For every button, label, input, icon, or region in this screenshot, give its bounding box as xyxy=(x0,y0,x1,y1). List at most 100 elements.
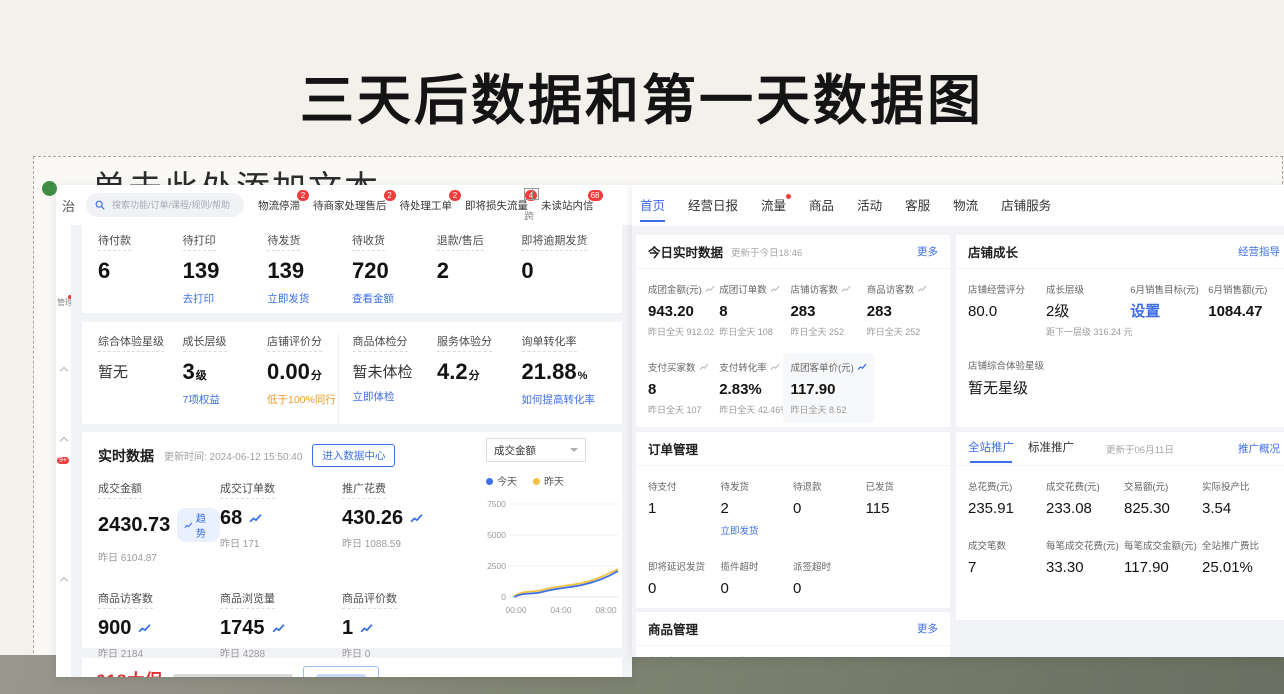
left-dashboard-screenshot: 治 物流停滞2 待商家处理售后2 待处理工单2 即将损失流量4 未读站内信68 … xyxy=(56,185,632,677)
svg-text:08:00: 08:00 xyxy=(595,605,617,615)
stat-product-check: 商品体检分 暂未体检 立即体检 xyxy=(338,333,438,424)
stat-on-sale: 在售中 xyxy=(648,654,721,657)
trend-icon xyxy=(841,285,851,293)
tab-home[interactable]: 首页 xyxy=(640,185,665,227)
trend-icon[interactable] xyxy=(272,623,285,634)
realtime-title: 实时数据 xyxy=(98,446,154,466)
search-bar[interactable] xyxy=(86,193,244,217)
stat-service-score: 服务体验分 4.2分 xyxy=(437,333,522,424)
stat-shop-visitors: 店铺访客数 283 昨日全天 252 xyxy=(790,282,866,338)
improve-conversion-link[interactable]: 如何提高转化率 xyxy=(522,392,596,407)
nav-pending-tickets[interactable]: 待处理工单2 xyxy=(400,198,453,213)
realtime-chart-block: 成交金额 今天 昨天 7500 5000 2500 0 xyxy=(486,438,620,625)
stat-pending-payment: 待付款 6 xyxy=(98,232,183,313)
metric-select[interactable]: 成交金额 xyxy=(486,438,586,462)
stat-inquiry-conversion: 询单转化率 21.88% 如何提高转化率 xyxy=(522,333,607,424)
today-dot-icon xyxy=(486,478,493,485)
search-icon xyxy=(95,200,105,210)
banner-join-button[interactable] xyxy=(303,666,379,677)
stat-sold-count: 已售数 xyxy=(721,654,794,657)
chart-legend: 今天 昨天 xyxy=(486,473,620,488)
go-print-link[interactable]: 去打印 xyxy=(183,291,215,306)
set-target-link[interactable]: 设置 xyxy=(1130,304,1160,319)
metric-product-views: 商品浏览量 1745 昨日 4288 xyxy=(220,590,342,660)
left-dashboard-content: 待付款 6 待打印 139 去打印 待发货 139 立即发货 待收货 720 查… xyxy=(71,225,632,677)
stat-to-ship: 待发货 2 立即发货 xyxy=(721,479,794,537)
tab-products[interactable]: 商品 xyxy=(809,185,834,227)
stat-cost-per-deal: 每笔成交花费(元) 33.30 xyxy=(1046,538,1124,575)
below-peers-link[interactable]: 低于100%同行 xyxy=(267,392,336,407)
promo-overview-link[interactable]: 推广概况 xyxy=(1238,441,1280,456)
data-center-button[interactable]: 进入数据中心 xyxy=(312,444,395,467)
chevron-up-icon[interactable] xyxy=(61,437,67,446)
benefits-link[interactable]: 7项权益 xyxy=(183,392,220,407)
legend-today[interactable]: 今天 xyxy=(486,473,517,488)
realtime-data-card: 实时数据 更新时间: 2024-06-12 15:50:40 进入数据中心 成交… xyxy=(82,432,622,648)
tab-customer-service[interactable]: 客服 xyxy=(905,185,930,227)
realtime-line-chart: 7500 5000 2500 0 00:00 04:00 08:00 xyxy=(486,492,620,620)
more-link[interactable]: 更多 xyxy=(917,244,938,259)
svg-text:2500: 2500 xyxy=(487,561,506,571)
trend-icon[interactable] xyxy=(360,623,373,634)
tab-traffic[interactable]: 流量 xyxy=(761,185,786,227)
nav-logistics-stalled[interactable]: 物流停滞2 xyxy=(258,198,300,213)
trend-icon[interactable] xyxy=(249,513,262,524)
nav-pending-aftersale[interactable]: 待商家处理售后2 xyxy=(313,198,387,213)
check-now-link[interactable]: 立即体检 xyxy=(353,389,395,404)
stat-refund-aftersale: 退款/售后 2 xyxy=(437,232,522,313)
right-dashboard-content: 今日实时数据 更新于今日18:46 更多 成团金额(元) 943.20 昨日全天… xyxy=(632,227,1284,657)
stat-group-orders: 成团订单数 8 昨日全天 108 xyxy=(719,282,790,338)
stat-roi: 实际投产比 3.54 xyxy=(1202,479,1280,516)
trend-icon xyxy=(770,285,780,293)
tab-sitewide-promo[interactable]: 全站推广 xyxy=(968,432,1014,465)
trend-icon[interactable] xyxy=(410,513,423,524)
stat-shop-score: 店铺经营评分 80.0 xyxy=(968,282,1046,338)
apps-grid-icon[interactable] xyxy=(524,188,539,200)
stat-transaction-amount: 交易额(元) 825.30 xyxy=(1124,479,1202,516)
chevron-up-icon[interactable] xyxy=(61,367,67,376)
trend-badge[interactable]: 趋势 xyxy=(177,508,220,542)
realtime-updated: 更新时间: 2024-06-12 15:50:40 xyxy=(164,448,302,463)
trend-icon xyxy=(857,363,867,371)
stat-delivery-timeout: 派签超时 0 xyxy=(793,559,866,596)
tab-shop-services[interactable]: 店铺服务 xyxy=(1001,185,1051,227)
slide-canvas: 三天后数据和第一天数据图 单击此处添加文本 治 物流停滞2 待商家处理售后2 待… xyxy=(0,0,1284,694)
tab-activities[interactable]: 活动 xyxy=(857,185,882,227)
trend-icon[interactable] xyxy=(138,623,151,634)
stat-to-receive: 待收货 720 查看金额 xyxy=(352,232,437,313)
badge: 2 xyxy=(384,190,396,201)
left-sidebar-strip: 管理 9+ xyxy=(56,225,71,677)
search-input[interactable] xyxy=(110,199,232,211)
logo-partial: 治 xyxy=(62,196,86,215)
stat-monthly-sales: 6月销售额(元) 1084.47 xyxy=(1208,282,1280,338)
view-amount-link[interactable]: 查看金额 xyxy=(352,291,394,306)
stat-pay-conversion: 支付转化率 2.83% 昨日全天 42.46% xyxy=(719,360,790,416)
stat-to-ship: 待发货 139 立即发货 xyxy=(267,232,352,313)
badge: 2 xyxy=(449,190,461,201)
more-link[interactable]: 更多 xyxy=(917,621,938,636)
nav-traffic-loss[interactable]: 即将损失流量4 xyxy=(465,198,528,213)
tab-logistics[interactable]: 物流 xyxy=(953,185,978,227)
score-stats-card: 综合体验星级 暂无 成长层级 3级 7项权益 店铺评价分 0.00分 低于100… xyxy=(82,322,622,424)
stat-shipped: 已发货 115 xyxy=(866,479,939,537)
stat-delay-ship: 即将延迟发货 0 xyxy=(648,559,721,596)
trend-icon xyxy=(699,363,709,371)
metric-ad-spend: 推广花费 430.26 昨日 1088.59 xyxy=(342,480,464,564)
stat-growth-level: 成长层级 2级 距下一层级 316.24 元 xyxy=(1046,282,1130,338)
svg-text:00:00: 00:00 xyxy=(505,605,527,615)
trend-icon xyxy=(770,363,780,371)
ship-now-link[interactable]: 立即发货 xyxy=(267,291,309,306)
promo-banner[interactable]: 618大促 xyxy=(82,658,622,677)
trend-icon xyxy=(705,285,715,293)
stat-to-refund: 待退款 0 xyxy=(793,479,866,537)
legend-yesterday[interactable]: 昨天 xyxy=(533,473,564,488)
yesterday-line xyxy=(514,569,618,596)
tab-daily-report[interactable]: 经营日报 xyxy=(688,185,738,227)
ship-now-link[interactable]: 立即发货 xyxy=(721,523,759,537)
tab-standard-promo[interactable]: 标准推广 xyxy=(1028,432,1074,465)
chevron-up-icon[interactable] xyxy=(61,577,67,586)
operation-guide-link[interactable]: 经营指导 xyxy=(1238,244,1280,259)
page-title: 三天后数据和第一天数据图 xyxy=(0,56,1284,135)
trend-icon xyxy=(917,285,927,293)
stat-product-visitors: 商品访客数 283 昨日全天 252 xyxy=(867,282,938,338)
